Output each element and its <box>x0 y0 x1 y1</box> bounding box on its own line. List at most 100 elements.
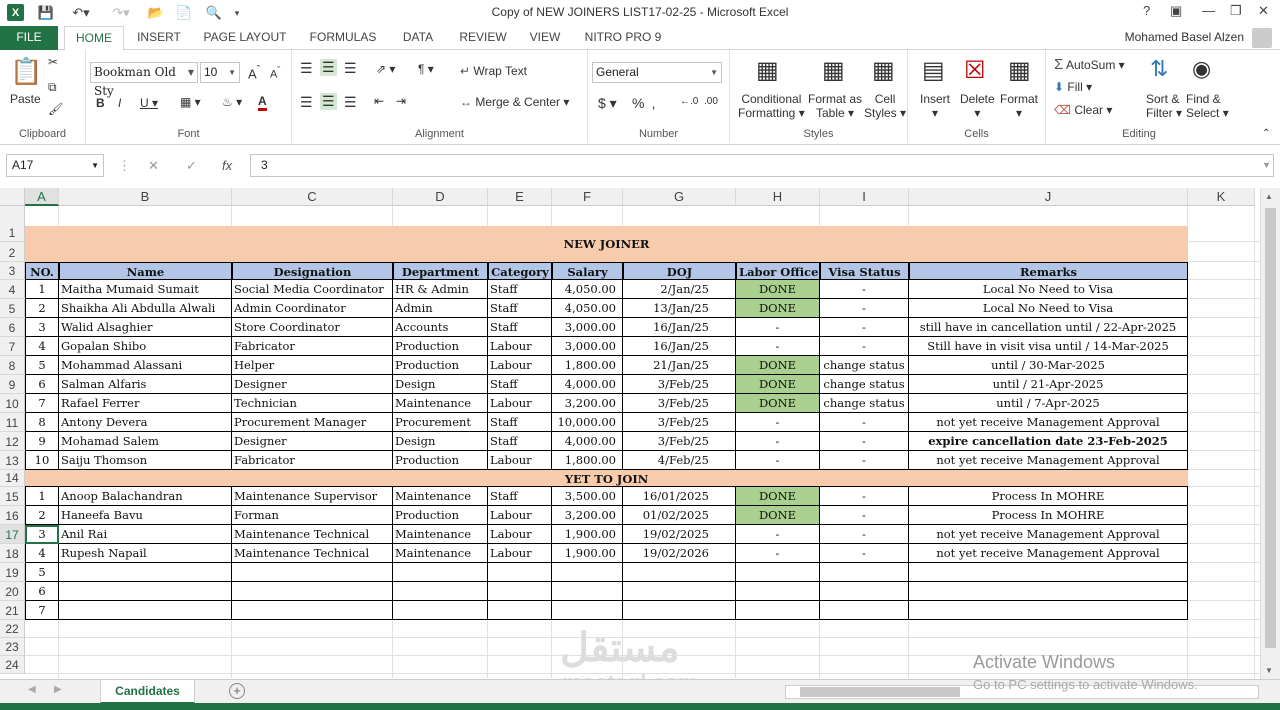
row-header-4[interactable]: 4 <box>0 280 25 299</box>
table-cell[interactable]: 1,900.00 <box>552 544 623 563</box>
table-cell[interactable]: not yet receive Management Approval <box>909 413 1188 432</box>
collapse-ribbon-icon[interactable]: ⌃ <box>1262 128 1270 139</box>
table-cell[interactable]: DONE <box>736 280 820 299</box>
column-header-b[interactable]: B <box>59 188 232 206</box>
table-cell[interactable]: Fabricator <box>232 337 393 356</box>
shrink-font-icon[interactable]: Aˇ <box>270 65 280 81</box>
column-header-e[interactable]: E <box>488 188 552 206</box>
table-cell[interactable]: Staff <box>488 299 552 318</box>
table-cell[interactable]: 3/Feb/25 <box>623 413 736 432</box>
table-cell[interactable] <box>820 601 909 620</box>
tab-review[interactable]: REVIEW <box>455 26 511 50</box>
table-cell[interactable]: Fabricator <box>232 451 393 470</box>
table-cell[interactable]: Maintenance <box>393 487 488 506</box>
table-cell[interactable]: change status <box>820 375 909 394</box>
scroll-thumb[interactable] <box>1265 208 1276 648</box>
table-cell[interactable]: Technician <box>232 394 393 413</box>
wrap-text-button[interactable]: ↵ Wrap Text <box>460 64 527 78</box>
table-cell[interactable]: Process In MOHRE <box>909 487 1188 506</box>
conditional-formatting-icon[interactable]: ▦ <box>756 56 779 85</box>
delete-cells-icon[interactable]: ☒ <box>964 56 986 85</box>
table-cell[interactable] <box>623 563 736 582</box>
table-cell[interactable]: Walid Alsaghier <box>59 318 232 337</box>
table-cell[interactable]: 16/Jan/25 <box>623 337 736 356</box>
table-cell[interactable]: 2/Jan/25 <box>623 280 736 299</box>
table-cell[interactable]: Process In MOHRE <box>909 506 1188 525</box>
insert-cells-icon[interactable]: ▤ <box>922 56 945 85</box>
align-bottom-icon[interactable]: ☰ <box>344 60 357 77</box>
table-cell[interactable]: Anoop Balachandran <box>59 487 232 506</box>
row-header-19[interactable]: 19 <box>0 563 25 582</box>
font-color-icon[interactable]: A <box>258 94 267 111</box>
binoculars-icon[interactable]: ◉ <box>1192 56 1211 82</box>
tab-formulas[interactable]: FORMULAS <box>304 26 382 50</box>
close-icon[interactable]: ✕ <box>1258 3 1269 19</box>
table-cell[interactable]: not yet receive Management Approval <box>909 525 1188 544</box>
insert-button[interactable]: Insert ▾ <box>920 92 950 120</box>
table-cell[interactable] <box>909 601 1188 620</box>
table-cell[interactable]: - <box>820 525 909 544</box>
format-painter-icon[interactable]: 🖌 <box>48 102 63 116</box>
table-cell[interactable]: 3,000.00 <box>552 318 623 337</box>
table-cell[interactable] <box>488 582 552 601</box>
row-header-14[interactable]: 14 <box>0 470 25 487</box>
table-cell[interactable]: Admin <box>393 299 488 318</box>
restore-icon[interactable]: ❐ <box>1230 3 1242 19</box>
table-cell[interactable] <box>909 563 1188 582</box>
table-cell[interactable] <box>59 582 232 601</box>
table-cell[interactable]: - <box>820 432 909 451</box>
table-cell[interactable]: - <box>736 432 820 451</box>
table-cell[interactable]: 8 <box>25 413 59 432</box>
grow-font-icon[interactable]: Aˆ <box>248 64 260 81</box>
table-cell[interactable] <box>488 601 552 620</box>
tab-nitro-pro[interactable]: NITRO PRO 9 <box>580 26 666 50</box>
increase-indent-icon[interactable]: ⇥ <box>396 94 406 108</box>
table-cell[interactable]: Accounts <box>393 318 488 337</box>
table-cell[interactable]: until / 30-Mar-2025 <box>909 356 1188 375</box>
table-cell[interactable]: change status <box>820 394 909 413</box>
table-cell[interactable]: 5 <box>25 563 59 582</box>
sheet-tab-candidates[interactable]: Candidates <box>100 680 195 704</box>
table-cell[interactable] <box>393 582 488 601</box>
table-cell[interactable]: Labour <box>488 506 552 525</box>
table-cell[interactable]: 19/02/2026 <box>623 544 736 563</box>
table-cell[interactable]: Helper <box>232 356 393 375</box>
cancel-icon[interactable]: ✕ <box>148 158 159 174</box>
table-cell[interactable]: 4 <box>25 544 59 563</box>
table-cell[interactable]: Designer <box>232 375 393 394</box>
table-cell[interactable]: Maintenance Technical <box>232 525 393 544</box>
table-cell[interactable]: 1,900.00 <box>552 525 623 544</box>
orientation-icon[interactable]: ⇗ ▾ <box>376 62 395 76</box>
table-cell[interactable]: Production <box>393 356 488 375</box>
format-cells-icon[interactable]: ▦ <box>1008 56 1031 85</box>
table-cell[interactable] <box>736 563 820 582</box>
table-cell[interactable]: Staff <box>488 413 552 432</box>
row-header-10[interactable]: 10 <box>0 394 25 413</box>
table-cell[interactable]: 3,500.00 <box>552 487 623 506</box>
table-cell[interactable]: Haneefa Bavu <box>59 506 232 525</box>
conditional-formatting-button[interactable]: Conditional Formatting ▾ <box>738 92 805 120</box>
table-cell[interactable]: Maintenance Technical <box>232 544 393 563</box>
table-cell[interactable]: 3 <box>25 318 59 337</box>
row-header-2[interactable]: 2 <box>0 242 25 262</box>
table-cell[interactable] <box>623 582 736 601</box>
table-cell[interactable]: 3/Feb/25 <box>623 394 736 413</box>
scroll-up-icon[interactable]: ▲ <box>1265 192 1273 201</box>
table-cell[interactable] <box>820 582 909 601</box>
minimize-icon[interactable]: — <box>1202 3 1215 18</box>
align-middle-icon[interactable]: ☰ <box>320 59 337 76</box>
row-header-22[interactable]: 22 <box>0 620 25 638</box>
table-cell[interactable]: - <box>736 544 820 563</box>
expand-formula-icon[interactable]: ▼ <box>1262 160 1271 170</box>
decrease-decimal-icon[interactable]: .00 <box>704 96 718 107</box>
enter-icon[interactable]: ✓ <box>186 158 197 174</box>
align-top-icon[interactable]: ☰ <box>300 60 313 77</box>
table-cell[interactable]: 2 <box>25 506 59 525</box>
insert-function-icon[interactable]: fx <box>222 158 232 173</box>
merge-center-button[interactable]: ↔ Merge & Center ▾ <box>460 95 569 109</box>
table-cell[interactable] <box>488 563 552 582</box>
ribbon-display-icon[interactable]: ▣ <box>1170 3 1182 19</box>
name-box[interactable]: A17 ▼ <box>6 154 104 177</box>
copy-icon[interactable]: ⧉ <box>48 80 57 95</box>
table-cell[interactable]: 4,050.00 <box>552 299 623 318</box>
